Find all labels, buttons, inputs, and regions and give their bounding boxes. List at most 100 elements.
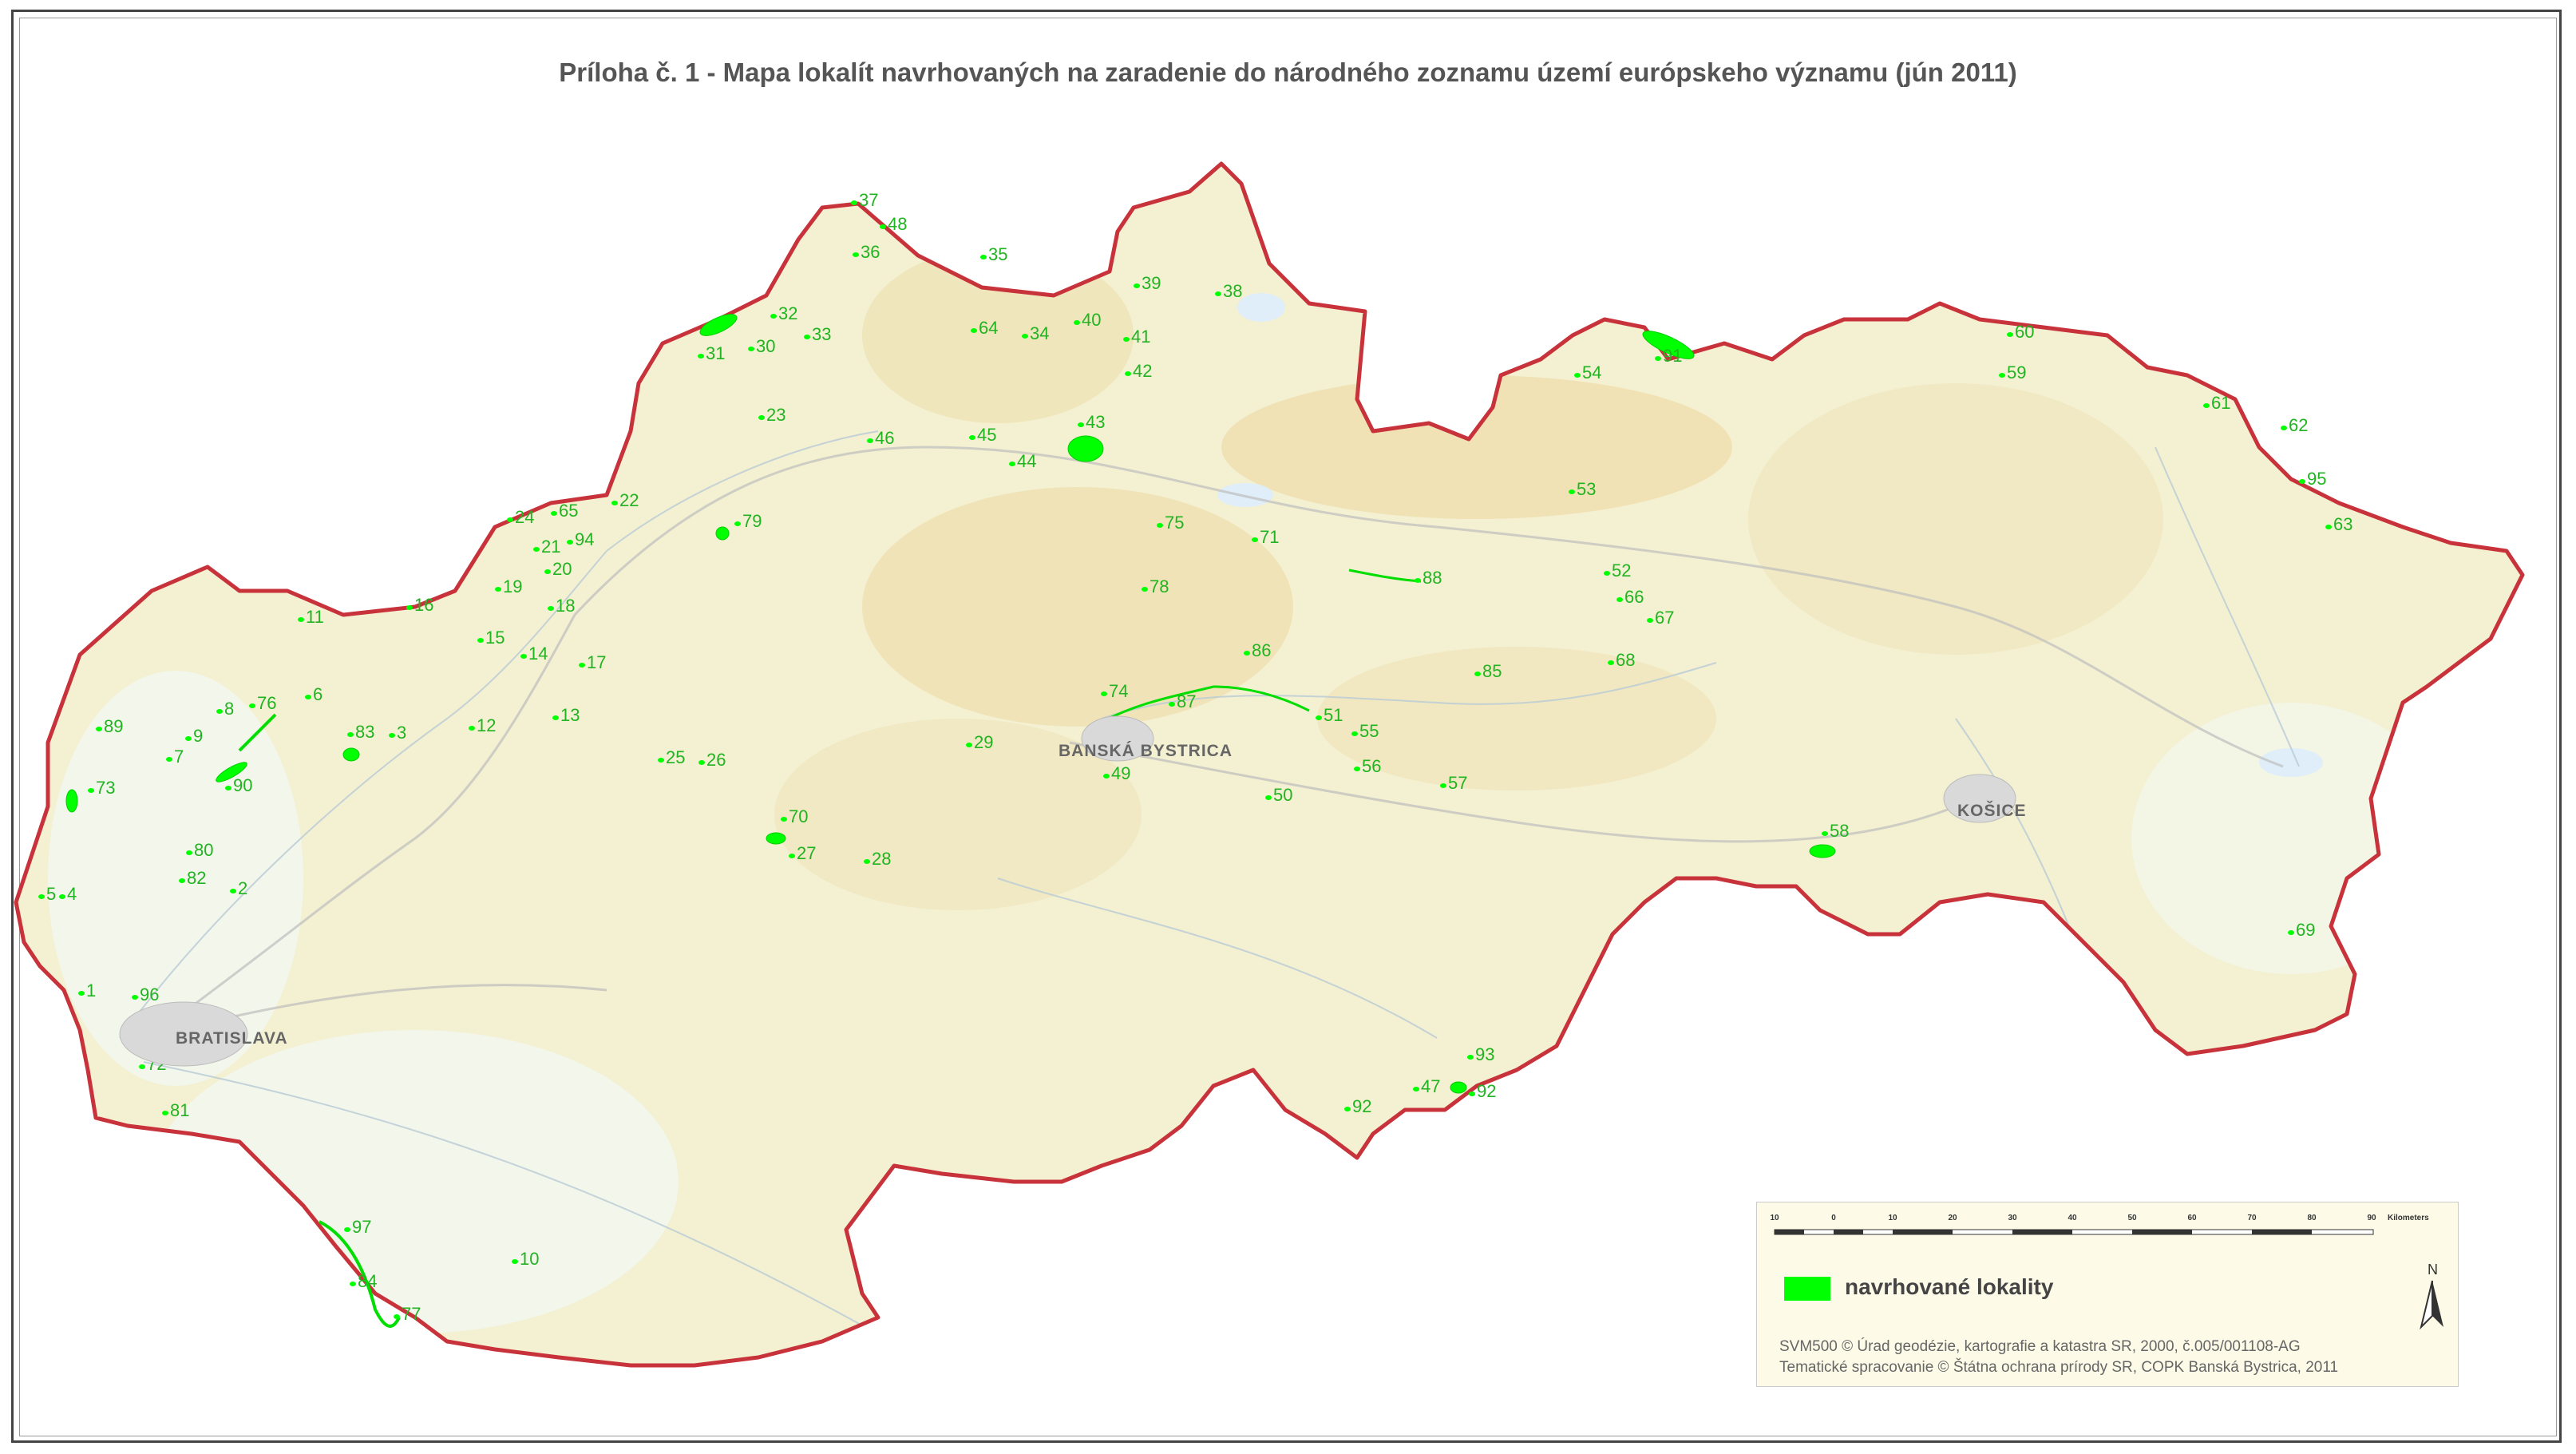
site-marker — [1157, 523, 1163, 528]
site-marker — [1569, 489, 1575, 494]
site-marker — [1078, 422, 1084, 427]
site-label: 66 — [1624, 587, 1644, 607]
site-label: 28 — [872, 849, 891, 869]
site-label: 57 — [1448, 773, 1467, 793]
scale-bar-graphic — [1774, 1229, 2374, 1235]
site-label: 43 — [1086, 412, 1105, 432]
site-marker — [1822, 831, 1828, 836]
site-label: 56 — [1362, 756, 1381, 776]
site-label: 97 — [352, 1217, 371, 1237]
site-marker — [88, 788, 94, 793]
site-label: 59 — [2007, 363, 2026, 382]
site-label: 26 — [706, 750, 726, 770]
site-label: 65 — [559, 501, 578, 521]
site-label: 69 — [2296, 920, 2315, 940]
site-marker — [230, 889, 236, 893]
site-label: 47 — [1421, 1076, 1440, 1096]
legend-symbol-swatch — [1784, 1277, 1830, 1301]
site-marker — [579, 663, 585, 668]
site-marker — [2288, 930, 2294, 935]
site-label: 68 — [1616, 650, 1635, 670]
site-marker — [1354, 767, 1360, 771]
site-marker — [132, 995, 138, 1000]
site-marker — [2203, 403, 2210, 408]
site-label: 62 — [2289, 415, 2308, 435]
site-label: 13 — [560, 705, 580, 725]
site-marker — [520, 654, 527, 659]
site-marker — [658, 758, 664, 763]
site-marker — [249, 703, 255, 708]
site-label: 92 — [1477, 1081, 1496, 1101]
site-marker — [971, 328, 977, 333]
site-label: 38 — [1223, 281, 1242, 301]
site-marker — [2281, 426, 2287, 430]
scale-tick: 80 — [2307, 1214, 2317, 1222]
site-marker — [225, 786, 231, 790]
site-label: 67 — [1655, 608, 1674, 628]
site-marker — [969, 435, 975, 440]
scale-tick: 0 — [1831, 1214, 1836, 1222]
site-marker — [394, 1314, 400, 1319]
site-label: 4 — [67, 884, 77, 904]
scale-tick: 10 — [1888, 1214, 1897, 1222]
site-label: 77 — [402, 1304, 421, 1324]
scale-tick: 10 — [1770, 1214, 1779, 1222]
site-label: 73 — [96, 778, 115, 798]
site-marker — [350, 1282, 356, 1286]
site-label: 1 — [86, 981, 96, 1000]
site-marker — [1351, 731, 1358, 736]
site-label: 11 — [306, 607, 324, 627]
site-marker — [1440, 783, 1446, 788]
site-label: 75 — [1165, 513, 1184, 533]
site-marker — [781, 817, 787, 822]
scale-unit: Kilometers — [2388, 1214, 2429, 1222]
scale-tick: 90 — [2367, 1214, 2376, 1222]
site-label: 91 — [1663, 346, 1682, 366]
site-marker — [1215, 291, 1221, 296]
site-label: 94 — [575, 529, 594, 549]
credit-line-1: SVM500 © Úrad geodézie, kartografie a ka… — [1779, 1338, 2301, 1355]
site-marker — [1608, 660, 1614, 665]
site-label: 85 — [1482, 661, 1502, 681]
site-marker — [477, 638, 484, 643]
site-marker — [611, 501, 618, 505]
site-marker — [305, 695, 311, 699]
site-marker — [533, 547, 540, 552]
site-label: 50 — [1273, 785, 1292, 805]
site-label: 31 — [706, 343, 725, 363]
site-marker — [1316, 715, 1322, 720]
site-marker — [698, 354, 704, 359]
site-label: 86 — [1252, 640, 1271, 660]
site-marker — [469, 726, 475, 731]
site-marker — [966, 743, 972, 747]
scale-tick: 70 — [2247, 1214, 2257, 1222]
site-label: 39 — [1142, 273, 1161, 293]
city-label-kosice: KOŠICE — [1957, 801, 2027, 820]
site-label: 84 — [358, 1271, 377, 1291]
site-label: 55 — [1359, 721, 1379, 741]
site-marker — [298, 617, 304, 622]
site-marker — [1123, 337, 1130, 342]
site-label: 22 — [619, 490, 639, 510]
site-marker — [186, 850, 192, 855]
site-marker — [1022, 334, 1028, 339]
site-marker — [1103, 774, 1110, 779]
site-marker — [734, 521, 741, 526]
site-marker — [2007, 332, 2013, 337]
site-marker — [1265, 795, 1272, 800]
site-marker — [1413, 1087, 1419, 1091]
site-marker — [96, 727, 102, 731]
site-label: 24 — [515, 507, 534, 527]
site-marker — [1604, 571, 1610, 576]
site-marker — [347, 732, 354, 737]
site-marker — [1169, 702, 1175, 707]
site-label: 5 — [46, 884, 56, 904]
site-label: 92 — [1352, 1096, 1371, 1116]
site-marker — [166, 757, 172, 762]
site-label: 9 — [193, 726, 203, 746]
site-label: 23 — [766, 405, 785, 425]
site-label: 18 — [556, 596, 575, 616]
site-label: 81 — [170, 1100, 189, 1120]
site-label: 49 — [1111, 763, 1130, 783]
site-label: 63 — [2333, 514, 2352, 534]
